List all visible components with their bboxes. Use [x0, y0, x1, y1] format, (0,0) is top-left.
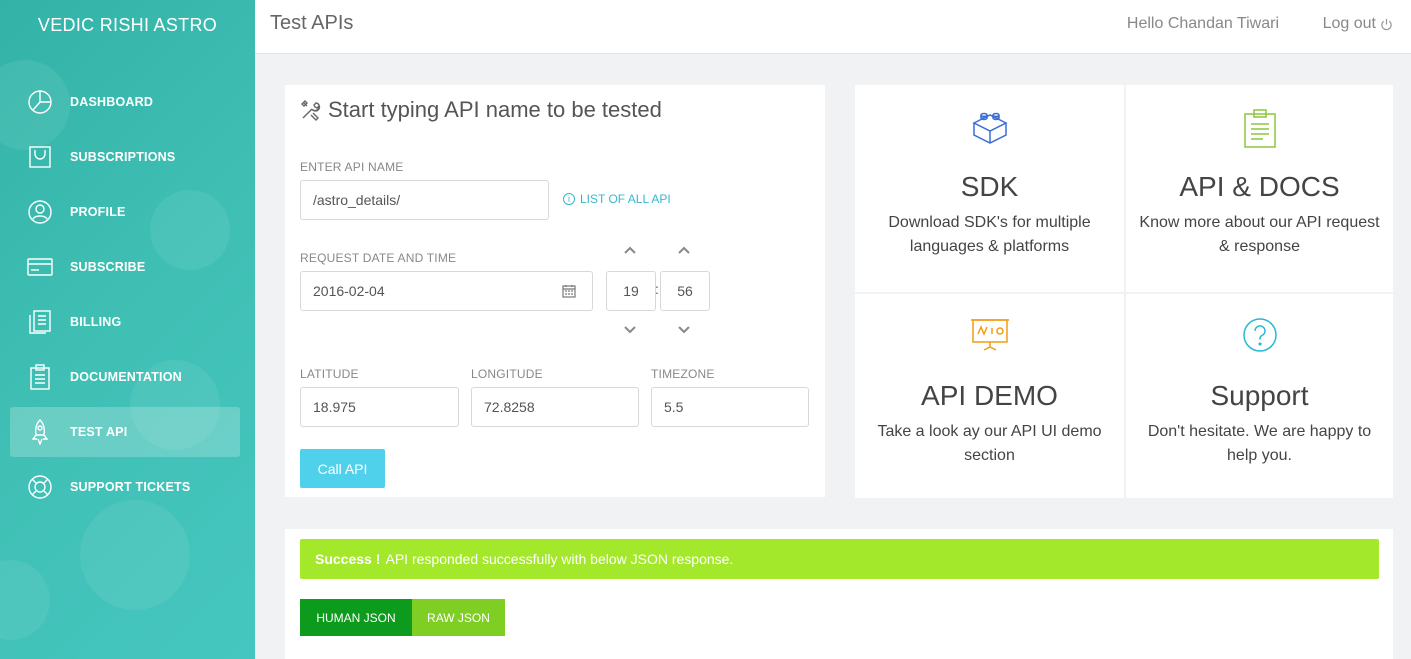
timezone-label: TIMEZONE — [651, 367, 715, 381]
clipboard-icon — [26, 363, 54, 391]
longitude-label: LONGITUDE — [471, 367, 543, 381]
api-docs-card-title: API & DOCS — [1179, 171, 1340, 202]
tab-human-json[interactable]: HUMAN JSON — [300, 599, 412, 636]
support-card[interactable]: Support Don't hesitate. We are happy to … — [1126, 294, 1393, 498]
sidebar-item-label: SUBSCRIBE — [70, 260, 146, 274]
credit-card-icon — [26, 253, 54, 281]
alert-text: API responded successfully with below JS… — [385, 551, 734, 567]
cart-icon — [26, 143, 54, 171]
alert-strong: Success ! — [315, 551, 381, 567]
latitude-input[interactable]: 18.975 — [300, 387, 459, 427]
info-icon: i — [563, 193, 575, 205]
latitude-label: LATITUDE — [300, 367, 359, 381]
sidebar-item-test-api[interactable]: TEST API — [10, 407, 240, 457]
sdk-card-title: SDK — [960, 171, 1019, 202]
datetime-label: REQUEST DATE AND TIME — [300, 251, 457, 265]
sidebar-item-support-tickets[interactable]: SUPPORT TICKETS — [10, 462, 240, 512]
timezone-input[interactable]: 5.5 — [651, 387, 809, 427]
api-docs-card-desc: Know more about our API request & respon… — [1139, 214, 1380, 255]
list-all-api-label: LIST OF ALL API — [580, 192, 671, 206]
api-demo-card[interactable]: API DEMO Take a look ay our API UI demo … — [855, 294, 1124, 498]
sidebar-item-label: DOCUMENTATION — [70, 370, 182, 384]
success-alert: Success ! API responded successfully wit… — [300, 539, 1379, 579]
support-card-title: Support — [1210, 380, 1309, 411]
sidebar-item-label: PROFILE — [70, 205, 126, 219]
tab-raw-json[interactable]: RAW JSON — [412, 599, 505, 636]
calendar-button[interactable] — [545, 271, 593, 311]
sidebar-item-label: BILLING — [70, 315, 122, 329]
rocket-icon — [26, 418, 54, 446]
calendar-icon — [561, 285, 576, 298]
hour-input[interactable]: 19 — [606, 271, 656, 311]
lifebuoy-icon — [26, 473, 54, 501]
hour-down-icon[interactable] — [623, 325, 637, 335]
longitude-input[interactable]: 72.8258 — [471, 387, 639, 427]
api-docs-card[interactable]: API & DOCS Know more about our API reque… — [1126, 85, 1393, 292]
hour-up-icon[interactable] — [623, 245, 637, 255]
sidebar-nav: DASHBOARD SUBSCRIPTIONS PROFILE SUBSCRIB… — [10, 77, 240, 517]
sidebar-item-label: DASHBOARD — [70, 95, 154, 109]
logout-label: Log out — [1322, 15, 1376, 32]
date-input[interactable]: 2016-02-04 — [300, 271, 546, 311]
sidebar-item-billing[interactable]: BILLING — [10, 297, 240, 347]
sidebar-item-subscribe[interactable]: SUBSCRIBE — [10, 242, 240, 292]
api-demo-card-desc: Take a look ay our API UI demo section — [877, 423, 1102, 464]
panel-heading: Start typing API name to be tested — [300, 97, 662, 123]
sidebar: VEDIC RISHI ASTRO DASHBOARD SUBSCRIPTION… — [0, 0, 255, 659]
sidebar-item-documentation[interactable]: DOCUMENTATION — [10, 352, 240, 402]
panel-heading-text: Start typing API name to be tested — [328, 97, 662, 122]
logout-button[interactable]: Log out — [1323, 15, 1393, 33]
brand-logo[interactable]: VEDIC RISHI ASTRO — [0, 0, 255, 54]
sdk-card[interactable]: SDK Download SDK's for multiple language… — [855, 85, 1124, 292]
api-name-input[interactable]: /astro_details/ — [300, 180, 549, 220]
sdk-card-desc: Download SDK's for multiple languages & … — [888, 214, 1091, 255]
user-icon — [26, 198, 54, 226]
response-panel: Success ! API responded successfully wit… — [285, 529, 1393, 659]
user-greeting: Hello Chandan Tiwari — [1126, 15, 1279, 32]
minute-up-icon[interactable] — [677, 245, 691, 255]
test-api-panel: Start typing API name to be tested ENTER… — [285, 85, 825, 497]
pie-chart-icon — [26, 88, 54, 116]
call-api-button[interactable]: Call API — [300, 449, 385, 488]
list-all-api-link[interactable]: i LIST OF ALL API — [563, 192, 671, 206]
invoice-icon — [26, 308, 54, 336]
minute-input[interactable]: 56 — [660, 271, 710, 311]
sidebar-item-profile[interactable]: PROFILE — [10, 187, 240, 237]
api-name-label: ENTER API NAME — [300, 160, 404, 174]
minute-down-icon[interactable] — [677, 325, 691, 335]
power-icon — [1381, 18, 1392, 30]
api-demo-card-title: API DEMO — [921, 380, 1058, 411]
tools-icon — [301, 100, 321, 121]
sidebar-item-dashboard[interactable]: DASHBOARD — [10, 77, 240, 127]
sidebar-item-label: SUBSCRIPTIONS — [70, 150, 176, 164]
support-card-desc: Don't hesitate. We are happy to help you… — [1147, 423, 1372, 464]
zodiac-decoration — [0, 560, 50, 640]
presentation-board-icon — [970, 319, 1009, 351]
topbar: Test APIs Hello Chandan Tiwari Log out — [255, 0, 1411, 54]
lego-block-icon — [971, 112, 1008, 144]
sidebar-item-label: SUPPORT TICKETS — [70, 480, 191, 494]
sidebar-item-label: TEST API — [70, 425, 128, 439]
question-circle-icon — [1242, 318, 1277, 352]
page-title: Test APIs — [270, 12, 354, 34]
time-separator: : — [655, 281, 659, 297]
clipboard-document-icon — [1243, 109, 1276, 148]
sidebar-item-subscriptions[interactable]: SUBSCRIPTIONS — [10, 132, 240, 182]
